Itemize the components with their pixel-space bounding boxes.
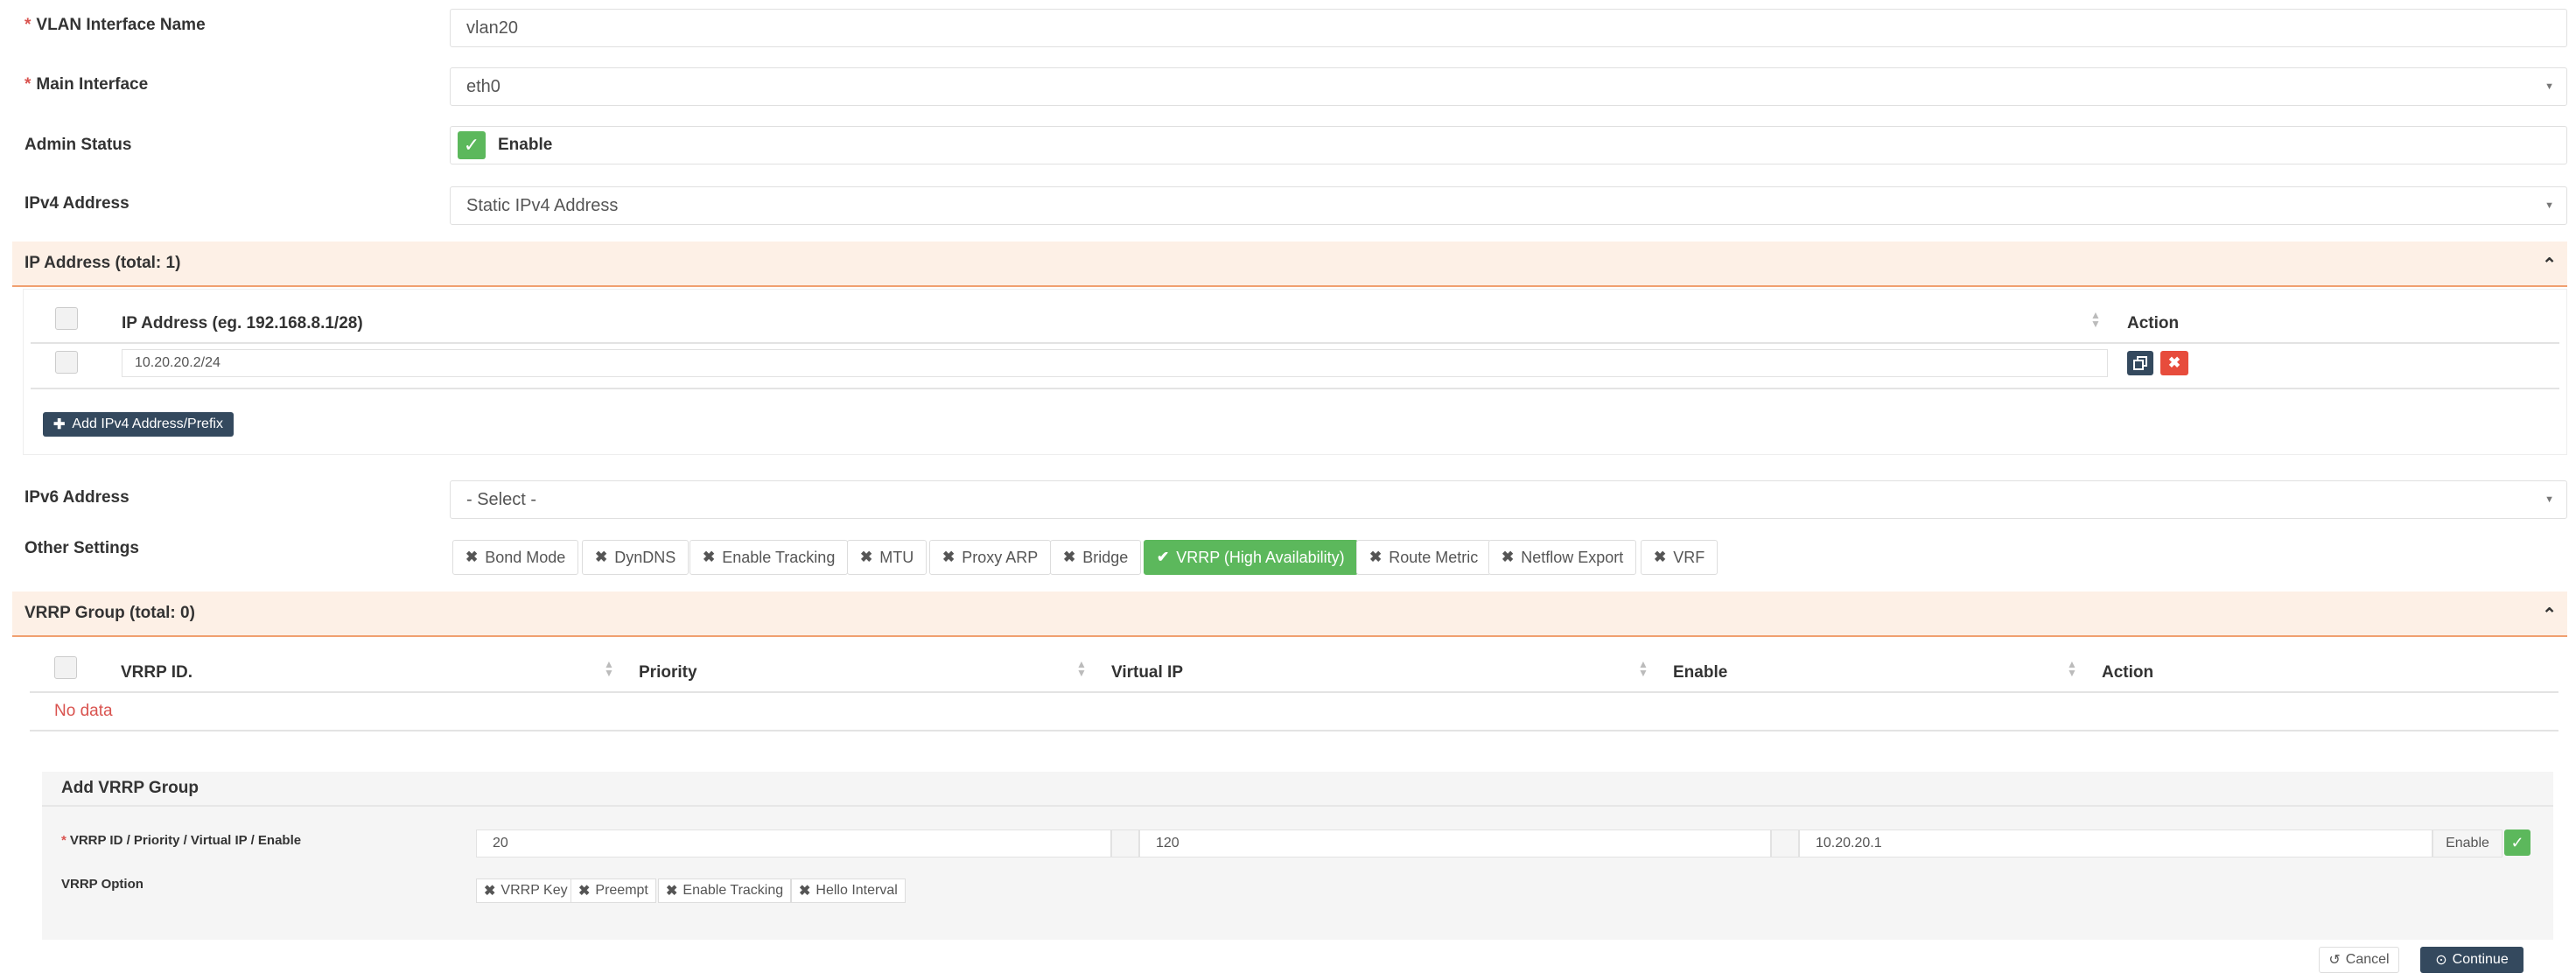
divider: [30, 691, 2558, 693]
vrrp-id-input[interactable]: 20: [476, 830, 1111, 858]
ipv4-label: IPv4 Address: [24, 194, 130, 213]
sort-icon[interactable]: ▲ ▼: [2067, 659, 2077, 678]
vrrp-enable-checkbox[interactable]: ✓: [2504, 830, 2530, 856]
close-icon: ✖: [578, 884, 591, 899]
close-icon: ✖: [1369, 549, 1382, 565]
close-icon: ✖: [666, 884, 678, 899]
virtual-ip-column-header: Virtual IP: [1111, 663, 1184, 682]
vrrp-section-header[interactable]: VRRP Group (total: 0) ⌃: [12, 592, 2567, 637]
tag-mtu[interactable]: ✖ MTU: [847, 540, 928, 575]
continue-button[interactable]: ⊙ Continue: [2420, 947, 2524, 973]
virtual-ip-input[interactable]: 10.20.20.1: [1799, 830, 2432, 858]
option-hello-interval[interactable]: ✖ Hello Interval: [791, 878, 906, 903]
admin-status-field: ✓ Enable: [450, 126, 2567, 164]
enable-checkbox[interactable]: ✓: [458, 131, 486, 159]
divider: [30, 730, 2558, 732]
other-settings-label: Other Settings: [24, 539, 139, 557]
ipv6-mode-select[interactable]: - Select - ▼: [450, 480, 2567, 519]
plus-icon: ✚: [53, 417, 66, 432]
action-column-header: Action: [2127, 314, 2180, 332]
sort-icon[interactable]: ▲ ▼: [1076, 659, 1087, 678]
circle-arrow-icon: ⊙: [2435, 953, 2447, 968]
tag-route-metric[interactable]: ✖ Route Metric: [1356, 540, 1492, 575]
close-icon: ✖: [466, 549, 479, 565]
action-column-header: Action: [2102, 663, 2154, 682]
close-icon: ✖: [1063, 549, 1076, 565]
chevron-down-icon: ▼: [2544, 81, 2554, 92]
tag-netflow-export[interactable]: ✖ Netflow Export: [1488, 540, 1637, 575]
ip-column-header: IP Address (eg. 192.168.8.1/28): [122, 314, 363, 332]
close-icon: ✖: [703, 549, 716, 565]
divider: [31, 388, 2559, 389]
option-preempt[interactable]: ✖ Preempt: [570, 878, 656, 903]
option-vrrp-key[interactable]: ✖ VRRP Key: [476, 878, 576, 903]
divider: [42, 805, 2553, 807]
chevron-up-icon[interactable]: ⌃: [2542, 254, 2557, 276]
enable-column-header: Enable: [1673, 663, 1728, 682]
close-icon: ✖: [860, 549, 873, 565]
input-separator: [1111, 830, 1139, 858]
close-icon: ✖: [1502, 549, 1515, 565]
sort-icon[interactable]: ▲ ▼: [1638, 659, 1648, 678]
close-icon: ✖: [2167, 354, 2181, 371]
vrrp-option-label: VRRP Option: [61, 877, 144, 892]
ipv4-mode-select[interactable]: Static IPv4 Address ▼: [450, 186, 2567, 225]
vrrp-id-column-header: VRRP ID.: [121, 663, 193, 682]
ip-address-panel: IP Address (eg. 192.168.8.1/28) ▲ ▼ Actio…: [23, 289, 2567, 455]
tag-dyndns[interactable]: ✖ DynDNS: [582, 540, 690, 575]
no-data-text: No data: [54, 702, 113, 720]
priority-column-header: Priority: [639, 663, 697, 682]
add-vrrp-title: Add VRRP Group: [61, 779, 199, 797]
vrrp-fields-label: * VRRP ID / Priority / Virtual IP / Enabl…: [61, 833, 302, 848]
check-icon: ✔: [1157, 549, 1170, 565]
enable-label: Enable: [2432, 830, 2502, 858]
ip-address-input[interactable]: 10.20.20.2/24: [122, 349, 2108, 377]
tag-vrrp[interactable]: ✔ VRRP (High Availability): [1144, 540, 1358, 575]
tag-bond-mode[interactable]: ✖ Bond Mode: [452, 540, 579, 575]
vlan-name-label: * VLAN Interface Name: [24, 16, 206, 34]
undo-icon: ↺: [2328, 953, 2341, 968]
admin-status-value: Enable: [498, 136, 553, 154]
chevron-down-icon: ▼: [2544, 494, 2554, 505]
select-all-checkbox[interactable]: [54, 656, 77, 679]
main-interface-select[interactable]: eth0 ▼: [450, 67, 2567, 106]
tag-enable-tracking[interactable]: ✖ Enable Tracking: [690, 540, 849, 575]
priority-input[interactable]: 120: [1139, 830, 1771, 858]
tag-proxy-arp[interactable]: ✖ Proxy ARP: [929, 540, 1052, 575]
copy-button[interactable]: [2127, 351, 2153, 375]
add-ipv4-button[interactable]: ✚ Add IPv4 Address/Prefix: [43, 412, 234, 437]
tag-vrf[interactable]: ✖ VRF: [1641, 540, 1718, 575]
select-all-checkbox[interactable]: [55, 307, 78, 330]
close-icon: ✖: [942, 549, 956, 565]
close-icon: ✖: [595, 549, 608, 565]
sort-icon[interactable]: ▲ ▼: [2090, 310, 2101, 329]
ipv6-label: IPv6 Address: [24, 488, 130, 507]
close-icon: ✖: [799, 884, 811, 899]
copy-icon: [2133, 356, 2147, 370]
check-icon: ✓: [463, 134, 480, 156]
row-checkbox[interactable]: [55, 351, 78, 374]
main-interface-label: * Main Interface: [24, 75, 149, 94]
cancel-button[interactable]: ↺ Cancel: [2319, 947, 2399, 973]
input-separator: [1771, 830, 1799, 858]
divider: [31, 342, 2559, 344]
close-icon: ✖: [1654, 549, 1667, 565]
check-icon: ✓: [2510, 833, 2524, 851]
vlan-name-input[interactable]: vlan20: [450, 9, 2567, 47]
chevron-up-icon[interactable]: ⌃: [2542, 604, 2557, 626]
admin-status-label: Admin Status: [24, 136, 132, 154]
tag-bridge[interactable]: ✖ Bridge: [1050, 540, 1142, 575]
close-icon: ✖: [484, 884, 496, 899]
option-enable-tracking[interactable]: ✖ Enable Tracking: [658, 878, 792, 903]
sort-icon[interactable]: ▲ ▼: [604, 659, 614, 678]
chevron-down-icon: ▼: [2544, 200, 2554, 211]
delete-button[interactable]: ✖: [2160, 351, 2188, 375]
ip-address-section-header[interactable]: IP Address (total: 1) ⌃: [12, 242, 2567, 287]
